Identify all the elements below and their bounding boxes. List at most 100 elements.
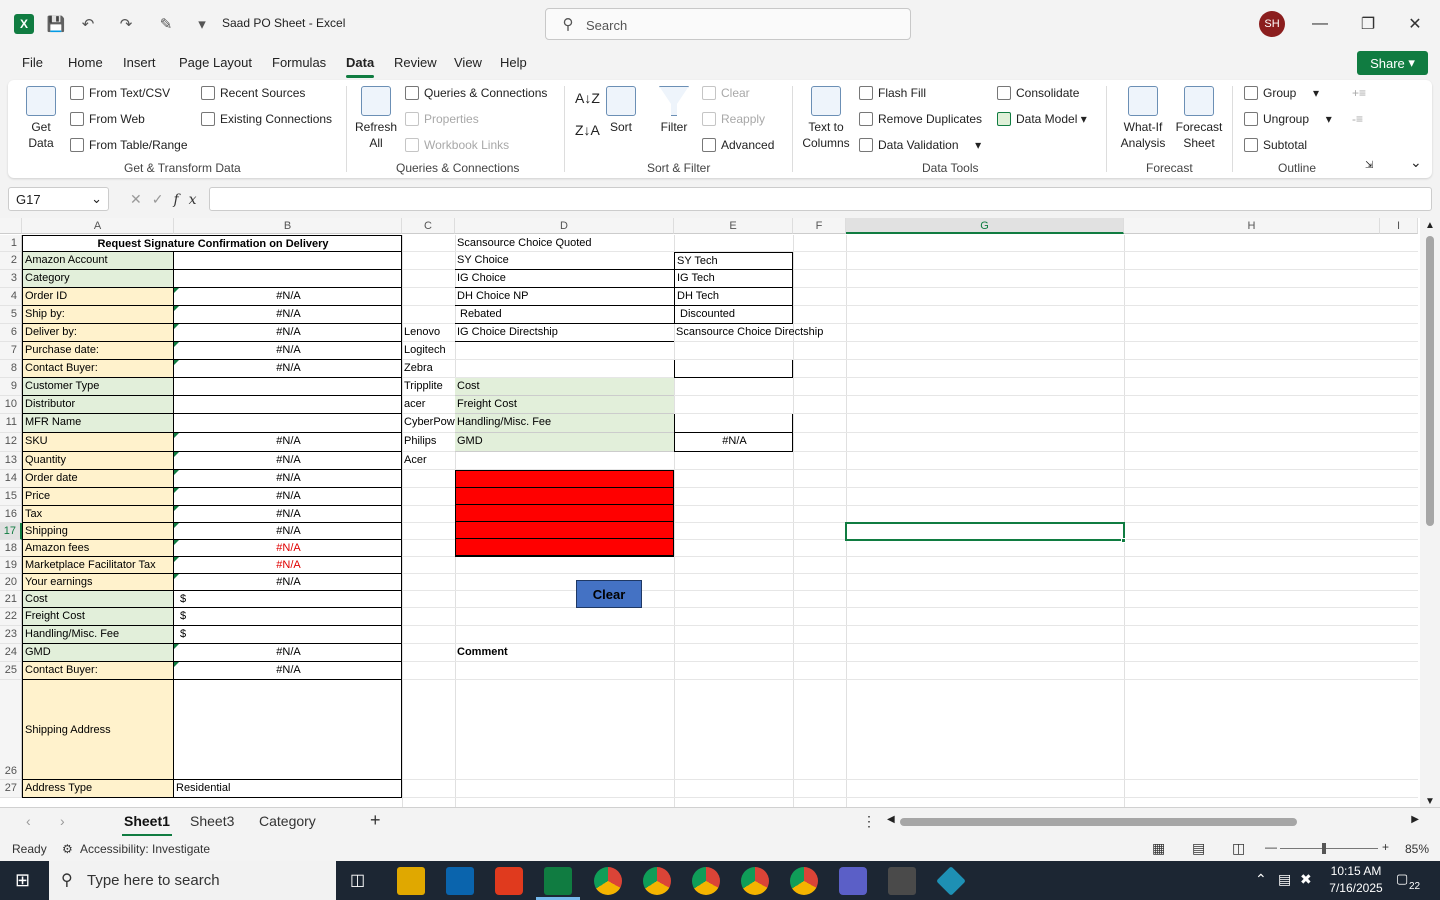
existing-connections-button[interactable]: Existing Connections: [201, 112, 332, 126]
cell-e11[interactable]: [674, 414, 793, 433]
windows-start-icon[interactable]: ⊞: [15, 870, 30, 891]
page-break-view-icon[interactable]: ◫: [1232, 840, 1245, 857]
row-header[interactable]: 4: [0, 288, 22, 306]
row-header[interactable]: 5: [0, 306, 22, 324]
cell-a10[interactable]: Distributor: [22, 396, 174, 414]
cell-b12[interactable]: #N/A: [174, 433, 402, 452]
cell-e12[interactable]: #N/A: [674, 433, 793, 452]
cell-a24[interactable]: GMD: [22, 644, 174, 662]
collapse-ribbon-icon[interactable]: ⌄: [1410, 154, 1422, 171]
ungroup-button[interactable]: Ungroup ▾: [1244, 112, 1332, 126]
get-data-button[interactable]: Get Data: [22, 86, 60, 151]
menu-review[interactable]: Review: [394, 55, 437, 70]
column-header[interactable]: I: [1380, 218, 1418, 234]
file-explorer-icon[interactable]: [397, 867, 425, 895]
zoom-out-icon[interactable]: —: [1265, 840, 1277, 854]
outline-launcher-icon[interactable]: ⇲: [1365, 160, 1373, 171]
cell-b16[interactable]: #N/A: [174, 506, 402, 523]
column-header[interactable]: D: [455, 218, 674, 234]
cell-d12[interactable]: GMD: [455, 433, 674, 452]
cell-b15[interactable]: #N/A: [174, 488, 402, 506]
remove-duplicates-button[interactable]: Remove Duplicates: [859, 112, 982, 126]
clock-date[interactable]: 7/16/2025: [1326, 881, 1386, 895]
queries-connections-button[interactable]: Queries & Connections: [405, 86, 547, 100]
add-sheet-icon[interactable]: +: [370, 810, 381, 831]
cell-e10[interactable]: [674, 396, 793, 414]
excel-taskbar-icon[interactable]: [544, 867, 572, 895]
cell-b2[interactable]: [174, 252, 402, 270]
menu-data[interactable]: Data: [346, 55, 375, 78]
accessibility-status[interactable]: Accessibility: Investigate: [80, 842, 210, 856]
cell-e8[interactable]: [674, 360, 793, 378]
sheet-tab-sheet1[interactable]: Sheet1: [122, 813, 172, 836]
cell-b21[interactable]: $: [174, 591, 402, 608]
chrome-icon[interactable]: [790, 867, 818, 895]
row-header[interactable]: 11: [0, 414, 22, 433]
cell-c11[interactable]: CyberPower: [402, 414, 455, 433]
menu-formulas[interactable]: Formulas: [272, 55, 326, 70]
menu-insert[interactable]: Insert: [123, 55, 156, 70]
sort-za-icon[interactable]: Z↓A: [575, 122, 600, 138]
task-view-icon[interactable]: ◫: [350, 870, 365, 890]
properties-button[interactable]: Properties: [405, 112, 479, 126]
scroll-right-icon[interactable]: ▶: [1411, 814, 1419, 825]
cell-d4[interactable]: DH Choice NP: [455, 288, 674, 306]
cell-b22[interactable]: $: [174, 608, 402, 626]
horizontal-scrollbar[interactable]: ◀ ▶: [887, 814, 1419, 828]
cell-d6[interactable]: IG Choice Directship: [455, 324, 674, 342]
row-header[interactable]: 18: [0, 540, 22, 557]
teams-icon[interactable]: [839, 867, 867, 895]
cell-a3[interactable]: Category: [22, 270, 174, 288]
advanced-filter-button[interactable]: Advanced: [702, 138, 774, 152]
cell-b5[interactable]: #N/A: [174, 306, 402, 324]
cell-a23[interactable]: Handling/Misc. Fee: [22, 626, 174, 644]
column-header[interactable]: E: [674, 218, 793, 234]
recent-sources-button[interactable]: Recent Sources: [201, 86, 305, 100]
close-icon[interactable]: ✕: [1401, 10, 1429, 38]
sheet-tab-sheet3[interactable]: Sheet3: [190, 813, 234, 829]
cell-d10[interactable]: Freight Cost: [455, 396, 674, 414]
menu-page-layout[interactable]: Page Layout: [179, 55, 252, 70]
cell-d8[interactable]: [455, 360, 674, 378]
calculator-icon[interactable]: [888, 867, 916, 895]
minimize-icon[interactable]: —: [1306, 10, 1334, 38]
consolidate-button[interactable]: Consolidate: [997, 86, 1079, 100]
cell-d11[interactable]: Handling/Misc. Fee: [455, 414, 674, 433]
clear-filter-button[interactable]: Clear: [702, 86, 750, 100]
sheet-tab-category[interactable]: Category: [259, 813, 316, 829]
cell-a16[interactable]: Tax: [22, 506, 174, 523]
cell-b11[interactable]: [174, 414, 402, 433]
chrome-icon[interactable]: [643, 867, 671, 895]
cell-b18[interactable]: #N/A: [174, 540, 402, 557]
hide-detail-icon[interactable]: -≡: [1352, 112, 1363, 126]
row-header[interactable]: 13: [0, 452, 22, 470]
scroll-left-icon[interactable]: ◀: [887, 814, 895, 825]
column-header[interactable]: G: [846, 218, 1124, 234]
cell-d5[interactable]: Rebated: [455, 306, 674, 324]
fill-handle[interactable]: [1121, 538, 1126, 543]
selected-cell-g17[interactable]: [845, 522, 1125, 541]
row-header[interactable]: 1: [0, 235, 22, 252]
cell-e3[interactable]: IG Tech: [674, 270, 793, 288]
taskbar-search[interactable]: ⚲ Type here to search: [49, 861, 336, 900]
cell-c6[interactable]: Lenovo: [402, 324, 455, 342]
menu-view[interactable]: View: [454, 55, 482, 70]
cell-a12[interactable]: SKU: [22, 433, 174, 452]
group-button[interactable]: Group ▾: [1244, 86, 1319, 100]
scroll-up-icon[interactable]: ▲: [1425, 220, 1435, 231]
row-header[interactable]: 7: [0, 342, 22, 360]
scroll-down-icon[interactable]: ▼: [1425, 796, 1435, 807]
row-header[interactable]: 12: [0, 433, 22, 452]
cell-b4[interactable]: #N/A: [174, 288, 402, 306]
show-detail-icon[interactable]: +≡: [1352, 86, 1366, 100]
sort-button[interactable]: Sort: [605, 86, 637, 135]
row-header[interactable]: 15: [0, 488, 22, 506]
cell-c8[interactable]: Zebra: [402, 360, 455, 378]
from-text-csv-button[interactable]: From Text/CSV: [70, 86, 170, 100]
filter-button[interactable]: Filter: [657, 86, 691, 135]
cell-b20[interactable]: #N/A: [174, 574, 402, 591]
cell-e2[interactable]: SY Tech: [674, 252, 793, 270]
chrome-icon[interactable]: [594, 867, 622, 895]
data-model-button[interactable]: Data Model ▾: [997, 112, 1087, 126]
cell-d3[interactable]: IG Choice: [455, 270, 674, 288]
